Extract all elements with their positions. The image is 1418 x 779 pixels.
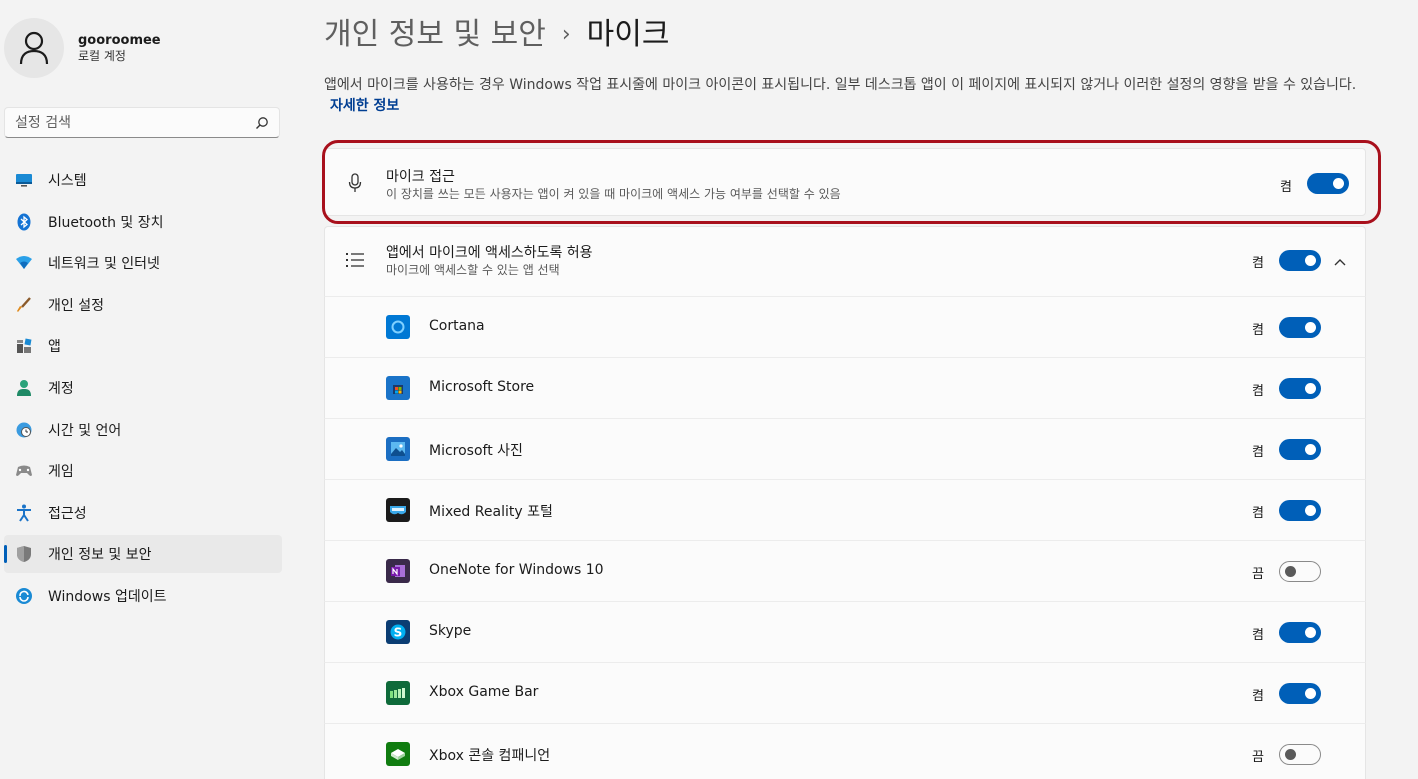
user-profile[interactable]: gooroomee 로컬 계정 xyxy=(4,18,161,78)
sidebar-item-network[interactable]: 네트워크 및 인터넷 xyxy=(4,244,282,282)
app-state: 끔 xyxy=(1252,567,1264,582)
photos-icon xyxy=(386,437,410,461)
update-icon xyxy=(14,586,34,606)
app-access-toggle[interactable] xyxy=(1279,250,1321,271)
app-name: Skype xyxy=(429,623,472,639)
sidebar-item-label: 시간 및 언어 xyxy=(48,422,122,439)
app-toggle[interactable] xyxy=(1279,683,1321,704)
xbox-game-bar-icon xyxy=(386,681,410,705)
search-input[interactable] xyxy=(15,114,255,131)
app-toggle[interactable] xyxy=(1279,622,1321,643)
app-name: Microsoft Store xyxy=(429,379,535,395)
app-access-title: 앱에서 마이크에 액세스하도록 허용 xyxy=(386,245,593,261)
list-item: Cortana 켬 xyxy=(324,296,1366,357)
nav-list: 시스템 Bluetooth 및 장치 네트워크 및 인터넷 개인 설정 앱 계정… xyxy=(4,161,282,619)
page-title: 마이크 xyxy=(586,17,670,52)
onenote-icon xyxy=(386,559,410,583)
user-name: gooroomee xyxy=(78,32,161,48)
sidebar-item-label: Bluetooth 및 장치 xyxy=(48,214,164,231)
list-item: S Skype 켬 xyxy=(324,601,1366,662)
mixed-reality-icon xyxy=(386,498,410,522)
breadcrumb: 개인 정보 및 보안 › 마이크 xyxy=(324,16,669,54)
list-item: Xbox Game Bar 켬 xyxy=(324,662,1366,723)
sidebar-item-accounts[interactable]: 계정 xyxy=(4,369,282,407)
app-name: Mixed Reality 포털 xyxy=(429,504,553,520)
list-item: Mixed Reality 포털 켬 xyxy=(324,479,1366,540)
list-item: Microsoft 사진 켬 xyxy=(324,418,1366,479)
app-state: 켬 xyxy=(1252,323,1264,338)
breadcrumb-separator: › xyxy=(561,22,571,47)
app-access-header[interactable]: 앱에서 마이크에 액세스하도록 허용 마이크에 액세스할 수 있는 앱 선택 켬 xyxy=(324,226,1366,296)
gamepad-icon xyxy=(14,461,34,481)
sidebar-item-personalization[interactable]: 개인 설정 xyxy=(4,286,282,324)
app-state: 켬 xyxy=(1252,445,1264,460)
app-state: 켬 xyxy=(1252,628,1264,643)
app-toggle[interactable] xyxy=(1279,317,1321,338)
breadcrumb-parent[interactable]: 개인 정보 및 보안 xyxy=(324,16,546,54)
sidebar-item-gaming[interactable]: 게임 xyxy=(4,452,282,490)
account-type: 로컬 계정 xyxy=(78,48,126,63)
app-state: 끔 xyxy=(1252,750,1264,765)
app-name: Microsoft 사진 xyxy=(429,443,523,459)
learn-more-link[interactable]: 자세한 정보 xyxy=(330,98,399,114)
globe-clock-icon xyxy=(14,420,34,440)
app-toggle[interactable] xyxy=(1279,378,1321,399)
skype-icon: S xyxy=(386,620,410,644)
sidebar-item-label: 개인 설정 xyxy=(48,297,104,314)
list-item: Xbox 콘솔 컴패니언 끔 xyxy=(324,723,1366,779)
sidebar-item-label: 게임 xyxy=(48,464,74,481)
store-icon xyxy=(386,376,410,400)
sidebar-item-label: 계정 xyxy=(48,380,74,397)
wifi-icon xyxy=(14,253,34,273)
app-state: 켬 xyxy=(1252,506,1264,521)
sidebar-item-label: 시스템 xyxy=(48,173,87,189)
sidebar-item-system[interactable]: 시스템 xyxy=(4,161,282,199)
brush-icon xyxy=(14,295,34,315)
sidebar-item-apps[interactable]: 앱 xyxy=(4,327,282,365)
monitor-icon xyxy=(14,170,34,190)
sidebar-item-time-language[interactable]: 시간 및 언어 xyxy=(4,411,282,449)
sidebar-item-privacy-security[interactable]: 개인 정보 및 보안 xyxy=(4,535,282,574)
person-icon xyxy=(14,378,34,398)
description-text: 앱에서 마이크를 사용하는 경우 Windows 작업 표시줄에 마이크 아이콘… xyxy=(324,77,1357,93)
shield-icon xyxy=(14,544,34,564)
app-access-state: 켬 xyxy=(1252,256,1264,271)
app-name: Xbox 콘솔 컴패니언 xyxy=(429,748,551,764)
app-access-subtitle: 마이크에 액세스할 수 있는 앱 선택 xyxy=(386,263,560,277)
search-box[interactable] xyxy=(4,107,280,138)
avatar[interactable] xyxy=(4,18,64,78)
apps-icon xyxy=(14,336,34,356)
sidebar-item-label: 개인 정보 및 보안 xyxy=(48,547,152,564)
highlight-box xyxy=(322,140,1381,224)
app-state: 켬 xyxy=(1252,384,1264,399)
accessibility-icon xyxy=(14,503,34,523)
chevron-up-icon[interactable] xyxy=(1333,252,1347,271)
list-icon xyxy=(344,251,366,269)
page-description: 앱에서 마이크를 사용하는 경우 Windows 작업 표시줄에 마이크 아이콘… xyxy=(324,75,1374,117)
app-toggle[interactable] xyxy=(1279,744,1321,765)
sidebar: gooroomee 로컬 계정 시스템 Bluetooth 및 장치 xyxy=(0,0,300,779)
app-name: OneNote for Windows 10 xyxy=(429,562,604,578)
bluetooth-icon xyxy=(14,212,34,232)
sidebar-item-bluetooth[interactable]: Bluetooth 및 장치 xyxy=(4,203,282,241)
app-name: Cortana xyxy=(429,318,485,334)
app-toggle[interactable] xyxy=(1279,500,1321,521)
sidebar-item-label: 접근성 xyxy=(48,505,87,522)
search-icon[interactable] xyxy=(255,116,269,130)
list-item: OneNote for Windows 10 끔 xyxy=(324,540,1366,601)
app-toggle[interactable] xyxy=(1279,439,1321,460)
cortana-icon xyxy=(386,315,410,339)
sidebar-item-label: Windows 업데이트 xyxy=(48,588,167,605)
sidebar-item-accessibility[interactable]: 접근성 xyxy=(4,494,282,532)
app-name: Xbox Game Bar xyxy=(429,684,539,700)
app-toggle[interactable] xyxy=(1279,561,1321,582)
sidebar-item-label: 앱 xyxy=(48,339,61,356)
list-item: Microsoft Store 켬 xyxy=(324,357,1366,418)
svg-text:S: S xyxy=(394,626,403,640)
sidebar-item-label: 네트워크 및 인터넷 xyxy=(48,256,160,273)
person-icon xyxy=(19,31,49,65)
xbox-companion-icon xyxy=(386,742,410,766)
sidebar-item-windows-update[interactable]: Windows 업데이트 xyxy=(4,577,282,615)
app-state: 켬 xyxy=(1252,689,1264,704)
